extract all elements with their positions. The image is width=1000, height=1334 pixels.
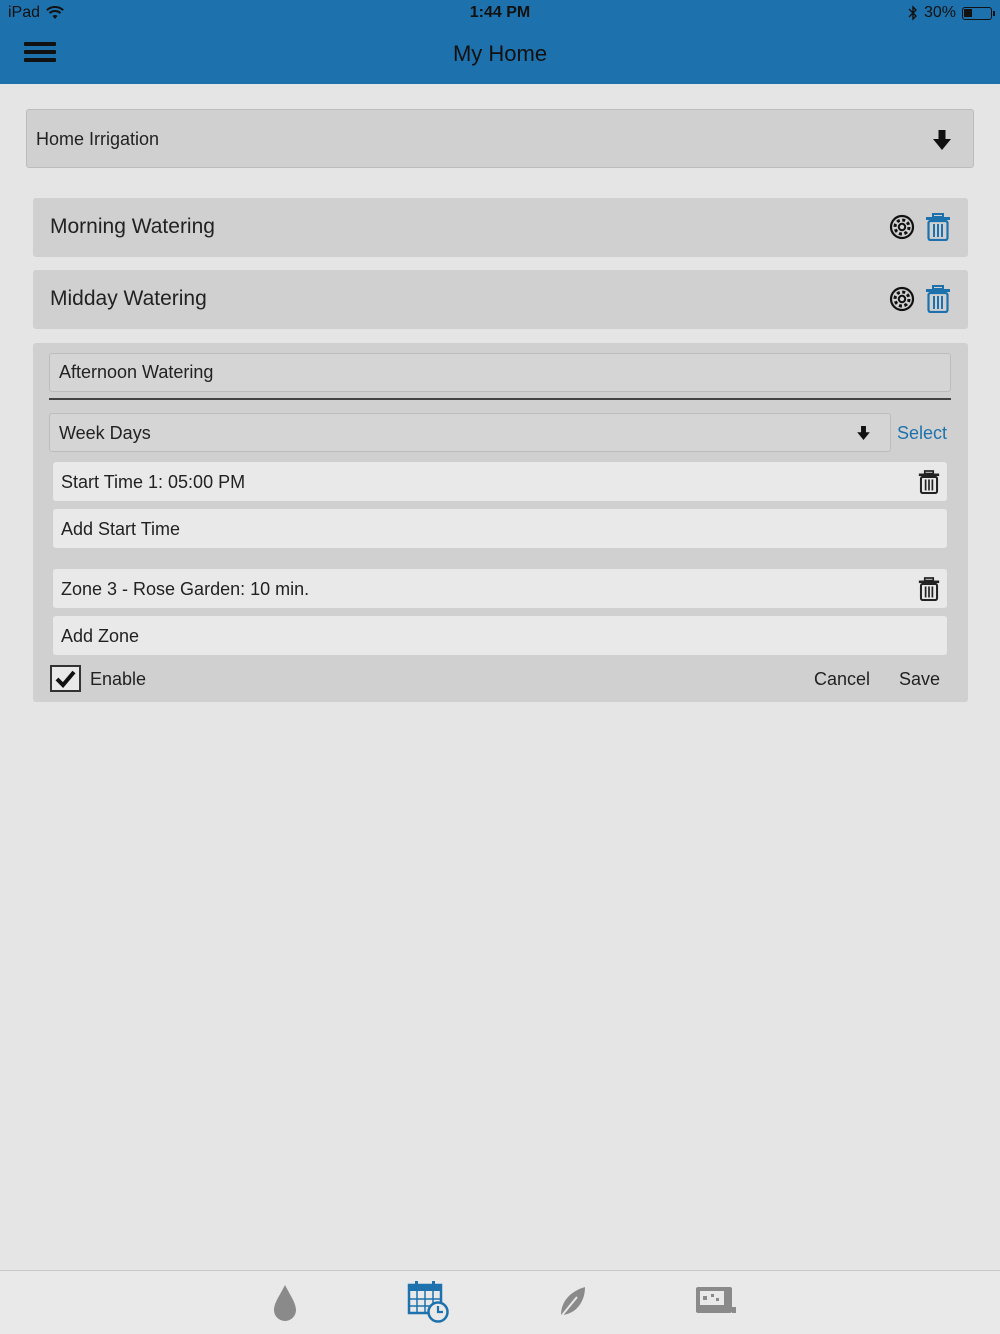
controller-label: Home Irrigation bbox=[36, 129, 160, 149]
leaf-icon bbox=[558, 1287, 585, 1320]
status-right: 30% bbox=[908, 4, 995, 22]
cancel-button[interactable]: Cancel bbox=[814, 669, 870, 690]
trash-icon[interactable] bbox=[925, 213, 951, 241]
trash-icon[interactable] bbox=[925, 285, 951, 313]
days-select-value: Week Days bbox=[59, 423, 151, 443]
status-time: 1:44 PM bbox=[469, 4, 531, 21]
zone-label: Zone 3 - Rose Garden: 10 min. bbox=[61, 579, 310, 599]
days-select[interactable]: Week Days bbox=[49, 413, 891, 452]
program-label: Midday Watering bbox=[50, 287, 207, 310]
add-start-time-button[interactable]: Add Start Time bbox=[53, 509, 947, 548]
program-row-midday[interactable]: Midday Watering bbox=[33, 270, 968, 329]
tab-water[interactable] bbox=[260, 1279, 310, 1325]
gear-icon[interactable] bbox=[889, 286, 915, 312]
tab-schedule[interactable] bbox=[403, 1279, 453, 1325]
enable-label: Enable bbox=[90, 669, 147, 689]
gear-icon[interactable] bbox=[889, 214, 915, 240]
arrow-down-icon bbox=[857, 426, 870, 440]
water-drop-icon bbox=[274, 1285, 296, 1321]
select-days-link[interactable]: Select bbox=[897, 423, 947, 444]
calendar-clock-icon bbox=[407, 1281, 449, 1323]
add-start-time-label: Add Start Time bbox=[61, 519, 181, 539]
tab-controller[interactable] bbox=[690, 1279, 740, 1325]
bluetooth-icon bbox=[908, 5, 917, 21]
add-zone-button[interactable]: Add Zone bbox=[53, 616, 947, 655]
trash-icon[interactable] bbox=[918, 577, 940, 601]
arrow-down-icon bbox=[933, 130, 951, 150]
program-row-morning[interactable]: Morning Watering bbox=[33, 198, 968, 257]
enable-checkbox[interactable] bbox=[50, 665, 81, 692]
controller-select[interactable]: Home Irrigation bbox=[26, 109, 974, 168]
battery-percent: 30% bbox=[923, 4, 956, 21]
save-button[interactable]: Save bbox=[899, 669, 940, 690]
start-time-label: Start Time 1: 05:00 PM bbox=[61, 472, 246, 492]
program-name-input[interactable]: Afternoon Watering bbox=[49, 353, 951, 392]
divider bbox=[49, 398, 951, 400]
trash-icon[interactable] bbox=[918, 470, 940, 494]
program-edit-panel: Afternoon Watering Week Days Select Star… bbox=[33, 343, 968, 702]
controller-icon bbox=[696, 1287, 736, 1313]
start-time-item[interactable]: Start Time 1: 05:00 PM bbox=[53, 462, 947, 501]
tab-plants[interactable] bbox=[547, 1279, 597, 1325]
add-zone-label: Add Zone bbox=[61, 626, 140, 646]
battery-level bbox=[964, 8, 972, 17]
page-title: My Home bbox=[452, 41, 548, 66]
program-label: Morning Watering bbox=[50, 215, 215, 238]
status-bar: iPad 1:44 PM 30% bbox=[0, 0, 1000, 28]
zone-item[interactable]: Zone 3 - Rose Garden: 10 min. bbox=[53, 569, 947, 608]
battery-icon bbox=[962, 6, 995, 20]
checkmark-icon bbox=[55, 670, 76, 688]
app-header: iPad 1:44 PM 30% My Home bbox=[0, 0, 1000, 84]
bottom-tab-bar bbox=[0, 1270, 1000, 1334]
